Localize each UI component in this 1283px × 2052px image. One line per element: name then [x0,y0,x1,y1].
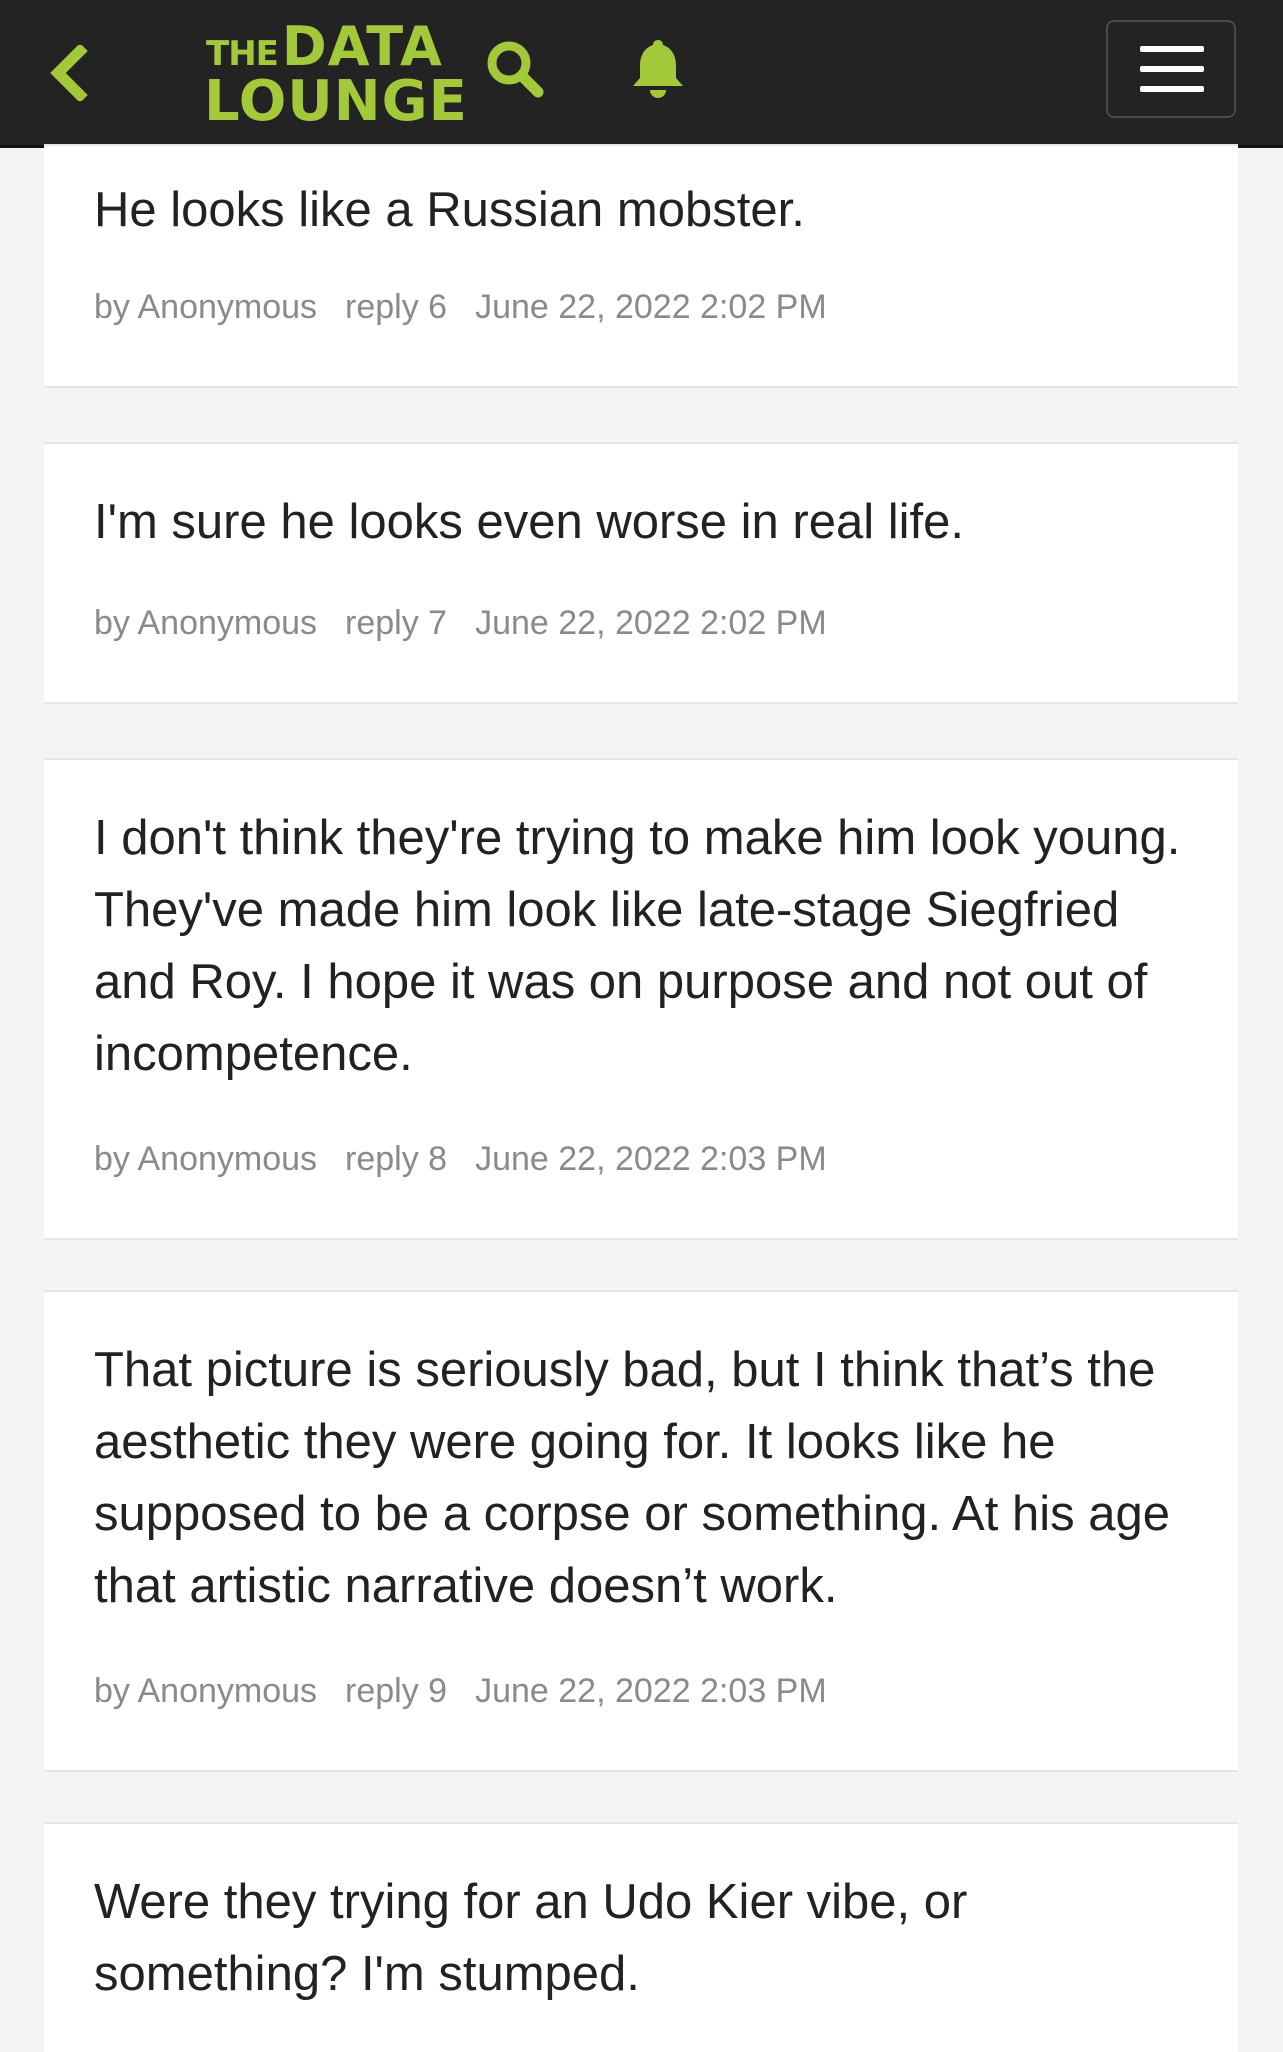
site-logo[interactable]: THEDATA LOUNGE [200,16,467,130]
search-button[interactable] [482,36,548,102]
logo-text-the: THE [206,34,279,74]
chevron-left-icon [50,45,88,101]
reply-post: He looks like a Russian mobster. by Anon… [44,144,1238,388]
top-nav-bar: THEDATA LOUNGE [0,0,1283,148]
reply-author[interactable]: by Anonymous [94,288,317,326]
reply-text: I don't think they're trying to make him… [94,811,1181,1081]
reply-meta: by Anonymous reply 7 June 22, 2022 2:02 PM [94,604,855,643]
reply-meta: by Anonymous reply 8 June 22, 2022 2:03 PM [94,1140,855,1179]
reply-number-link[interactable]: reply 9 [345,1672,447,1710]
back-button[interactable] [36,38,100,108]
hamburger-menu-button[interactable] [1106,20,1236,118]
reply-author[interactable]: by Anonymous [94,1672,317,1710]
reply-post: Were they trying for an Udo Kier vibe, o… [44,1822,1238,2052]
reply-author[interactable]: by Anonymous [94,604,317,642]
reply-author[interactable]: by Anonymous [94,1140,317,1178]
reply-timestamp: June 22, 2022 2:03 PM [475,1140,827,1178]
reply-text: He looks like a Russian mobster. [94,183,805,237]
reply-text: Were they trying for an Udo Kier vibe, o… [94,1875,968,2001]
notifications-button[interactable] [628,36,688,102]
reply-meta: by Anonymous reply 6 June 22, 2022 2:02 PM [94,288,855,327]
reply-number-link[interactable]: reply 8 [345,1140,447,1178]
reply-number-link[interactable]: reply 7 [345,604,447,642]
reply-text: That picture is seriously bad, but I thi… [94,1343,1170,1613]
reply-timestamp: June 22, 2022 2:02 PM [475,288,827,326]
reply-meta: by Anonymous reply 9 June 22, 2022 2:03 PM [94,1672,855,1711]
logo-text-lounge: LOUNGE [204,69,468,134]
reply-timestamp: June 22, 2022 2:03 PM [475,1672,827,1710]
reply-post: I'm sure he looks even worse in real lif… [44,442,1238,704]
reply-post: I don't think they're trying to make him… [44,758,1238,1240]
reply-number-link[interactable]: reply 6 [345,288,447,326]
reply-text: I'm sure he looks even worse in real lif… [94,495,964,549]
bell-icon [633,40,683,98]
search-icon [487,41,544,98]
reply-timestamp: June 22, 2022 2:02 PM [475,604,827,642]
reply-post: That picture is seriously bad, but I thi… [44,1290,1238,1772]
